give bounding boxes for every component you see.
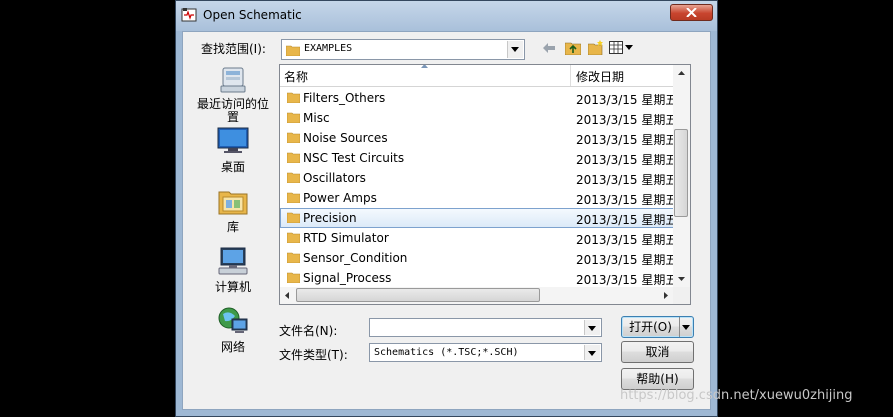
filetype-dropdown[interactable]: Schematics (*.TSC;*.SCH) <box>369 343 602 362</box>
place-libraries[interactable]: 库 <box>189 186 277 235</box>
filetype-value: Schematics (*.TSC;*.SCH) <box>374 347 519 358</box>
watermark: https://blog.csdn.net/xuewu0zhijing <box>620 388 853 403</box>
place-network[interactable]: 网络 <box>189 306 277 355</box>
recent-places-icon <box>220 67 246 93</box>
chevron-down-icon <box>511 47 519 52</box>
filename-dropdown-button[interactable] <box>584 320 600 335</box>
place-desktop-label: 桌面 <box>220 160 245 174</box>
place-libraries-label: 库 <box>226 220 239 234</box>
place-recent-label: 最近访问的位置 <box>197 97 270 124</box>
chevron-down-icon[interactable] <box>682 325 690 330</box>
dialog-body: 查找范围(I): EXAMPLES 最近访问的位置 桌面 库 计算机 网络 名称… <box>182 31 711 410</box>
network-icon <box>218 307 248 333</box>
look-in-dropdown-button[interactable] <box>507 41 523 58</box>
file-name: Power Amps <box>303 191 377 205</box>
file-name: RTD Simulator <box>303 231 389 245</box>
horizontal-scrollbar[interactable] <box>280 287 673 304</box>
file-name: Precision <box>303 211 357 225</box>
back-arrow-icon[interactable] <box>543 43 555 53</box>
list-item[interactable]: NSC Test Circuits 2013/3/15 星期五 1... <box>280 148 690 168</box>
title-bar[interactable]: Open Schematic <box>176 1 717 31</box>
filename-input[interactable] <box>369 318 602 337</box>
split-divider <box>679 317 680 337</box>
computer-icon <box>218 247 248 275</box>
file-name: Filters_Others <box>303 91 386 105</box>
list-item[interactable]: Sensor_Condition 2013/3/15 星期五 1... <box>280 248 690 268</box>
libraries-icon <box>218 191 248 215</box>
folder-icon <box>287 152 300 163</box>
folder-icon <box>287 132 300 143</box>
look-in-dropdown[interactable]: EXAMPLES <box>281 39 525 60</box>
folder-icon <box>287 232 300 243</box>
list-header: 名称 修改日期 <box>280 65 675 87</box>
folder-icon <box>287 172 300 183</box>
list-item[interactable]: Oscillators 2013/3/15 星期五 1... <box>280 168 690 188</box>
new-folder-icon[interactable] <box>588 40 604 55</box>
list-item[interactable]: Misc 2013/3/15 星期五 1... <box>280 108 690 128</box>
scroll-up-icon[interactable] <box>678 71 685 75</box>
help-button[interactable]: 帮助(H) <box>621 368 694 390</box>
tina-schematic-icon <box>181 8 197 22</box>
place-network-label: 网络 <box>220 340 245 354</box>
list-item[interactable]: Filters_Others 2013/3/15 星期五 1... <box>280 88 690 108</box>
close-icon <box>686 8 697 17</box>
file-name: Sensor_Condition <box>303 251 408 265</box>
scrollbar-corner <box>673 287 690 304</box>
open-button-label: 打开(O) <box>629 320 672 334</box>
cancel-button-label: 取消 <box>645 345 670 359</box>
close-button[interactable] <box>670 4 713 21</box>
vertical-scroll-thumb[interactable] <box>674 129 688 217</box>
up-folder-icon[interactable] <box>565 41 581 55</box>
folder-icon <box>287 92 300 103</box>
open-button[interactable]: 打开(O) <box>621 316 694 338</box>
list-item[interactable]: Signal_Process 2013/3/15 星期五 1... <box>280 268 690 288</box>
folder-icon <box>287 252 300 263</box>
help-button-label: 帮助(H) <box>636 372 679 386</box>
file-name: Noise Sources <box>303 131 388 145</box>
column-separator[interactable] <box>570 65 571 86</box>
filetype-label: 文件类型(T): <box>279 348 348 362</box>
filename-label: 文件名(N): <box>279 324 338 338</box>
list-item-selected[interactable]: Precision 2013/3/15 星期五 1... <box>280 208 690 228</box>
file-name: NSC Test Circuits <box>303 151 405 165</box>
list-item[interactable]: Power Amps 2013/3/15 星期五 1... <box>280 188 690 208</box>
scroll-down-icon[interactable] <box>678 277 685 281</box>
filetype-dropdown-button[interactable] <box>584 345 600 360</box>
place-computer-label: 计算机 <box>214 280 251 294</box>
folder-icon <box>287 112 300 123</box>
places-bar: 最近访问的位置 桌面 库 计算机 网络 <box>189 62 277 362</box>
file-list[interactable]: 名称 修改日期 Filters_Others 2013/3/15 星期五 1..… <box>279 64 691 305</box>
place-computer[interactable]: 计算机 <box>189 246 277 295</box>
column-header-date[interactable]: 修改日期 <box>576 68 624 85</box>
desktop-icon <box>217 127 249 153</box>
open-schematic-dialog: Open Schematic 查找范围(I): EXAMPLES 最近访问的位置… <box>175 0 718 417</box>
chevron-down-icon <box>588 351 596 356</box>
vertical-scrollbar[interactable] <box>673 65 690 287</box>
sort-ascending-icon <box>421 65 428 68</box>
cancel-button[interactable]: 取消 <box>621 341 694 363</box>
list-item[interactable]: RTD Simulator 2013/3/15 星期五 1... <box>280 228 690 248</box>
horizontal-scroll-thumb[interactable] <box>296 288 540 302</box>
scroll-left-icon[interactable] <box>285 292 289 299</box>
folder-icon <box>286 45 300 56</box>
file-name: Misc <box>303 111 330 125</box>
file-name: Signal_Process <box>303 271 392 285</box>
place-recent[interactable]: 最近访问的位置 <box>189 66 277 124</box>
look-in-label: 查找范围(I): <box>201 42 266 56</box>
window-title: Open Schematic <box>203 8 302 22</box>
chevron-down-icon <box>588 326 596 331</box>
folder-icon <box>287 272 300 283</box>
folder-icon <box>287 192 300 203</box>
look-in-value: EXAMPLES <box>304 43 353 54</box>
view-menu-icon[interactable] <box>609 41 633 54</box>
list-item[interactable]: Noise Sources 2013/3/15 星期五 1... <box>280 128 690 148</box>
file-name: Oscillators <box>303 171 366 185</box>
folder-icon <box>287 212 300 223</box>
place-desktop[interactable]: 桌面 <box>189 126 277 175</box>
scroll-right-icon[interactable] <box>664 292 668 299</box>
column-header-name[interactable]: 名称 <box>284 68 308 85</box>
